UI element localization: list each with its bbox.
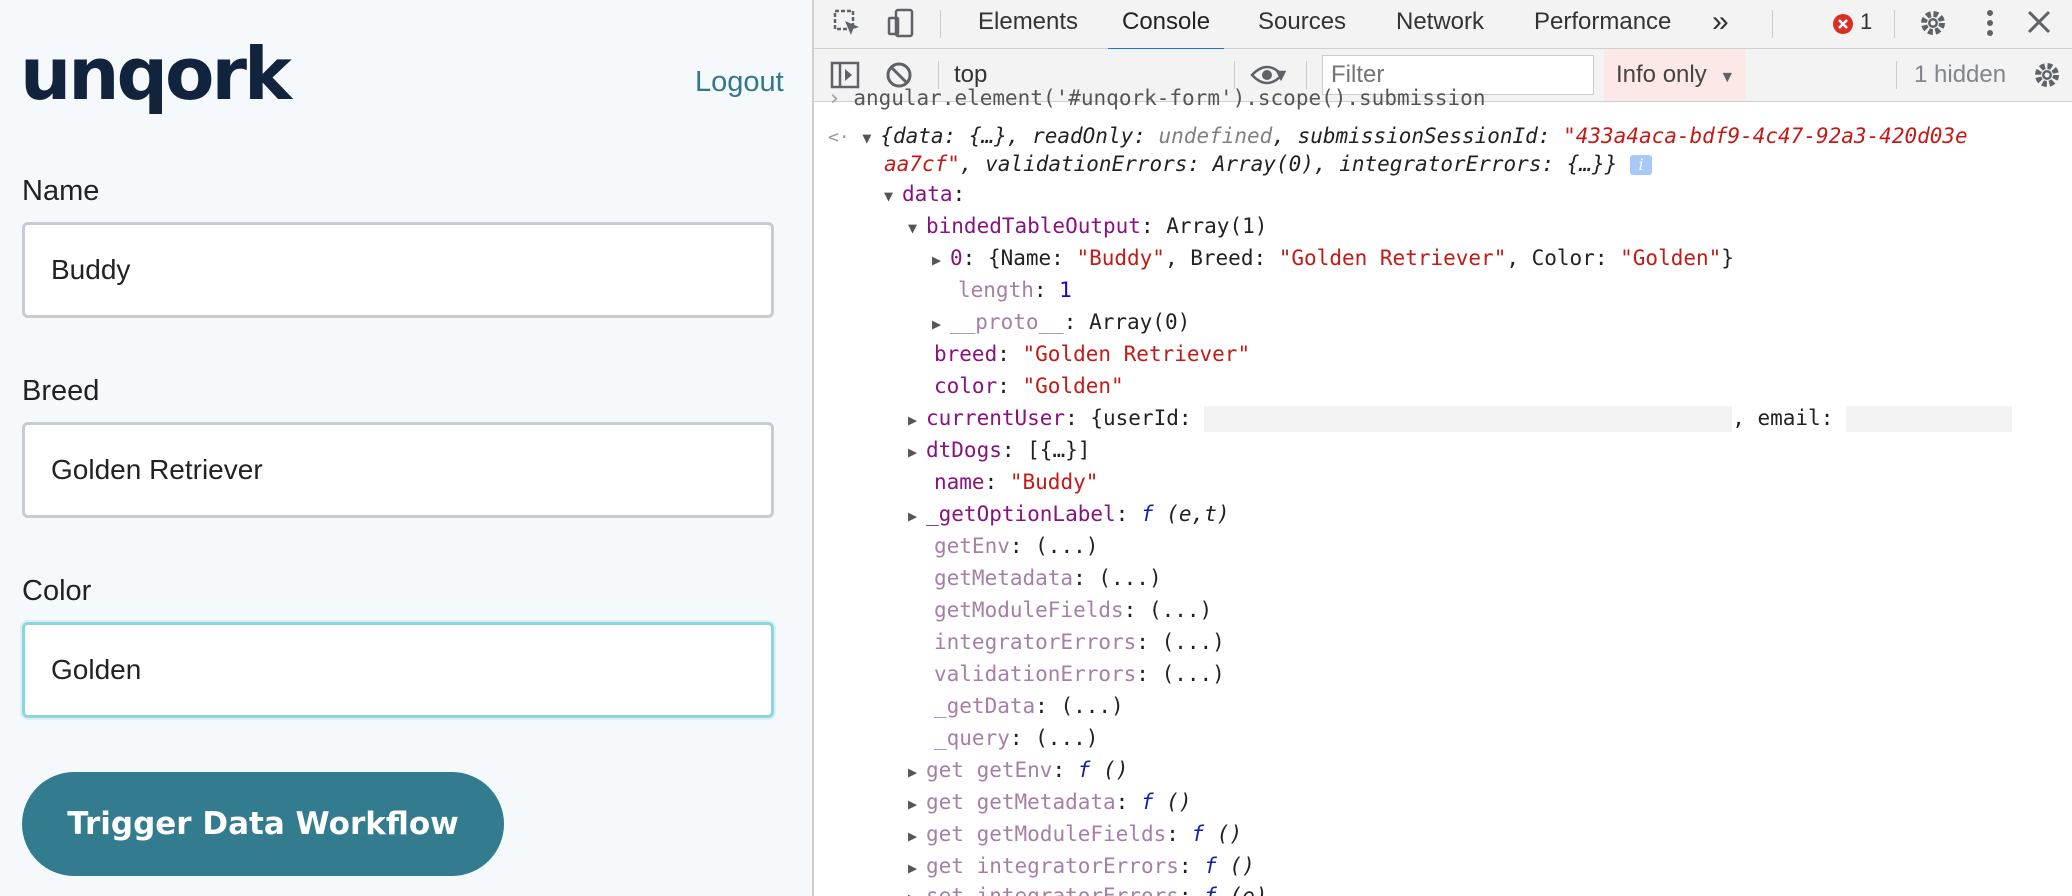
- name-input[interactable]: [22, 222, 774, 318]
- breed-input[interactable]: [22, 422, 774, 518]
- expand-triangle-icon[interactable]: ▶: [908, 788, 926, 820]
- color-label: Color: [22, 575, 92, 607]
- collapse-triangle-icon[interactable]: ▼: [884, 180, 902, 212]
- current-user-key[interactable]: ▶ currentUser: {userId: , email:: [908, 402, 2012, 434]
- tab-elements[interactable]: Elements: [978, 0, 1078, 48]
- logout-link[interactable]: Logout: [695, 66, 784, 99]
- lazy-getter[interactable]: _query: (...): [934, 722, 1098, 754]
- accessor-row[interactable]: ▶ get integratorErrors: f (): [908, 850, 1255, 882]
- tab-console[interactable]: Console: [1108, 0, 1225, 51]
- accessor-row[interactable]: ▶ get getMetadata: f (): [908, 786, 1192, 818]
- log-levels-dropdown[interactable]: Info only ▼: [1604, 49, 1746, 101]
- expand-triangle-icon[interactable]: ▶: [908, 820, 926, 852]
- device-toolbar-icon[interactable]: [886, 8, 916, 44]
- accessor-row[interactable]: ▶ get getEnv: f (): [908, 754, 1128, 786]
- separator: [1772, 10, 1773, 38]
- breed-label: Breed: [22, 375, 100, 407]
- expand-triangle-icon[interactable]: ▶: [932, 308, 950, 340]
- unqork-logo: unqork: [20, 32, 292, 116]
- console-output: › angular.element('#unqork-form').scope(…: [814, 86, 2072, 896]
- accessor-row[interactable]: ▶set integratorErrors: f (e): [908, 880, 1267, 896]
- more-tabs-icon[interactable]: »: [1712, 0, 1729, 48]
- binded-table-output-key[interactable]: ▼ bindedTableOutput: Array(1): [908, 210, 1267, 242]
- lazy-getter[interactable]: getMetadata: (...): [934, 562, 1162, 594]
- inspect-element-icon[interactable]: [832, 8, 862, 44]
- redacted-user-id: [1204, 406, 1733, 432]
- separator: [940, 10, 941, 38]
- breed-key: breed: "Golden Retriever": [934, 342, 1251, 366]
- info-badge-icon[interactable]: i: [1630, 155, 1652, 175]
- result-arrow-icon: <·: [828, 127, 850, 148]
- binded-item-0[interactable]: ▶ 0: {Name: "Buddy", Breed: "Golden Retri…: [932, 242, 1734, 274]
- collapse-triangle-icon[interactable]: ▼: [862, 122, 880, 154]
- error-count[interactable]: 1: [1860, 0, 1872, 48]
- get-option-label-key[interactable]: ▶ _getOptionLabel: f (e,t): [908, 498, 1229, 530]
- color-key: color: "Golden": [934, 374, 1124, 398]
- expand-triangle-icon[interactable]: ▶: [908, 882, 926, 896]
- proto-key[interactable]: ▶ __proto__: Array(0): [932, 306, 1190, 338]
- accessor-row[interactable]: ▶ get getModuleFields: f (): [908, 818, 1242, 850]
- tab-network[interactable]: Network: [1396, 0, 1484, 48]
- collapse-triangle-icon[interactable]: ▼: [908, 212, 926, 244]
- trigger-data-workflow-button[interactable]: Trigger Data Workflow: [22, 772, 504, 876]
- lazy-getter[interactable]: validationErrors: (...): [934, 658, 1225, 690]
- expand-triangle-icon[interactable]: ▶: [932, 244, 950, 276]
- dt-dogs-key[interactable]: ▶ dtDogs: [{…}]: [908, 434, 1090, 466]
- lazy-getter[interactable]: _getData: (...): [934, 690, 1124, 722]
- lazy-getter[interactable]: getEnv: (...): [934, 530, 1098, 562]
- chevron-down-icon: ▼: [1719, 69, 1736, 86]
- redacted-email: [1846, 406, 2012, 432]
- tab-sources[interactable]: Sources: [1258, 0, 1346, 48]
- expand-triangle-icon[interactable]: ▶: [908, 500, 926, 532]
- console-command: › angular.element('#unqork-form').scope(…: [828, 86, 1486, 110]
- expand-triangle-icon[interactable]: ▶: [908, 756, 926, 788]
- result-summary-line2: aa7cf", validationErrors: Array(0), inte…: [884, 148, 1652, 180]
- hidden-messages-count: 1 hidden: [1914, 61, 2007, 88]
- name-label: Name: [22, 175, 100, 207]
- expand-triangle-icon[interactable]: ▶: [908, 436, 926, 468]
- console-settings-gear-icon[interactable]: [2032, 60, 2062, 96]
- length-key: length: 1: [958, 278, 1072, 302]
- tab-performance[interactable]: Performance: [1534, 0, 1671, 48]
- settings-gear-icon[interactable]: [1918, 8, 1948, 44]
- devtools-panel: Elements Console Sources Network Perform…: [812, 0, 2072, 896]
- data-key[interactable]: ▼ data:: [884, 178, 965, 210]
- kebab-menu-icon[interactable]: [1982, 8, 1998, 44]
- lazy-getter[interactable]: integratorErrors: (...): [934, 626, 1225, 658]
- log-levels-value: Info only: [1616, 61, 1707, 88]
- separator: [1894, 10, 1895, 38]
- expand-triangle-icon[interactable]: ▶: [908, 404, 926, 436]
- close-devtools-icon[interactable]: [2026, 9, 2052, 41]
- form-panel: unqork Logout Name Breed Color Trigger D…: [0, 0, 812, 896]
- separator: [1896, 61, 1897, 89]
- color-input[interactable]: [22, 622, 774, 718]
- lazy-getter[interactable]: getModuleFields: (...): [934, 594, 1212, 626]
- devtools-tabbar: Elements Console Sources Network Perform…: [814, 0, 2072, 51]
- error-icon[interactable]: [1832, 11, 1854, 41]
- name-key: name: "Buddy": [934, 470, 1099, 494]
